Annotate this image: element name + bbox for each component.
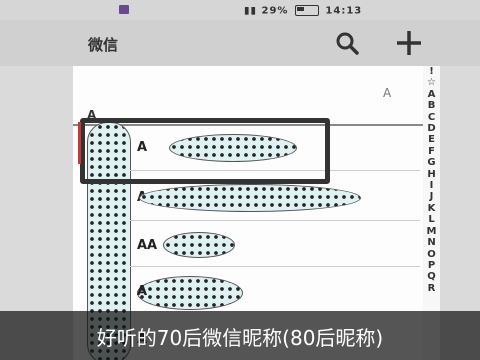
battery-percent: 29% — [261, 5, 289, 17]
alphabet-index-item[interactable]: ! — [423, 66, 440, 77]
alphabet-index-item[interactable]: L — [423, 214, 440, 225]
alphabet-index-item[interactable]: G — [423, 157, 440, 168]
clock: 14:13 — [325, 5, 363, 17]
plus-icon[interactable] — [394, 28, 424, 58]
alphabet-index-item[interactable]: P — [423, 260, 440, 271]
highlight-box — [80, 118, 330, 184]
alphabet-index-item[interactable]: R — [423, 283, 440, 294]
selection-marker — [78, 122, 81, 164]
row-divider — [130, 220, 420, 221]
alphabet-index-item[interactable]: I — [423, 180, 440, 191]
alphabet-index-item[interactable]: K — [423, 203, 440, 214]
status-bar: ▮▮ 29% 14:13 — [0, 0, 480, 20]
contact-name-blur — [137, 276, 243, 310]
notification-icon — [119, 5, 129, 14]
signal-icon: ▮▮ — [244, 5, 258, 17]
alphabet-index-item[interactable]: C — [423, 112, 440, 123]
alphabet-index-item[interactable]: J — [423, 191, 440, 202]
contact-name[interactable]: A — [137, 284, 147, 299]
alphabet-index-item[interactable]: A — [423, 89, 440, 100]
contact-name-blur — [139, 184, 361, 212]
caption-text: 好听的70后微信昵称(80后昵称) — [96, 326, 384, 350]
alphabet-index-item[interactable]: ☆ — [423, 77, 440, 88]
alphabet-index-item[interactable]: E — [423, 134, 440, 145]
battery-icon — [294, 5, 319, 16]
alphabet-index-item[interactable]: B — [423, 100, 440, 111]
row-divider — [130, 266, 420, 267]
status-icons: ▮▮ 29% 14:13 — [244, 5, 362, 17]
alphabet-index-item[interactable]: H — [423, 169, 440, 180]
alphabet-index-item[interactable]: O — [423, 249, 440, 260]
list-top-marker: A — [383, 86, 392, 100]
search-icon[interactable] — [334, 30, 360, 56]
alphabet-index-item[interactable]: D — [423, 123, 440, 134]
alphabet-index-item[interactable]: F — [423, 146, 440, 157]
page-title: 微信 — [88, 36, 119, 54]
alphabet-index-item[interactable]: Q — [423, 271, 440, 282]
alphabet-index-item[interactable]: N — [423, 237, 440, 248]
contact-name-blur — [163, 232, 235, 258]
contact-name[interactable]: AA — [137, 238, 157, 253]
caption-bar: 好听的70后微信昵称(80后昵称) — [0, 311, 480, 360]
app-header: 微信 — [0, 20, 480, 67]
alphabet-index-item[interactable]: M — [423, 226, 440, 237]
